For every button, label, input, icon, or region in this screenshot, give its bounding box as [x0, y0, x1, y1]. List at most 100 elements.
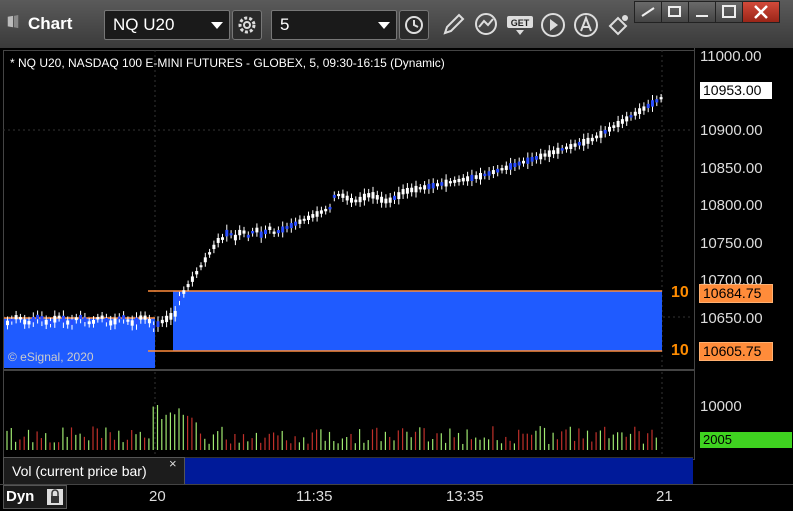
candle-body [113, 318, 117, 325]
svg-text:GET: GET [511, 18, 530, 28]
candle-body [212, 244, 216, 250]
price-tick: 10900.00 [700, 122, 763, 139]
time-axis[interactable] [0, 484, 793, 511]
time-template-button[interactable] [399, 10, 429, 40]
symbol-selector[interactable]: NQ U20 [104, 10, 230, 40]
candle-body [565, 146, 568, 150]
range-bottom-label: 10605.75 [699, 342, 773, 361]
candle-body [242, 230, 246, 234]
interval-selector[interactable]: 5 [271, 10, 397, 40]
candle-body [423, 185, 427, 190]
candle-body [384, 198, 388, 204]
candle-body [195, 271, 199, 275]
app-title: Chart [28, 14, 73, 33]
candle-body [461, 177, 465, 182]
candle-body [221, 237, 224, 240]
link-icon[interactable] [606, 12, 632, 38]
candle-body [620, 119, 624, 124]
settings-button[interactable] [232, 10, 262, 40]
candle-body [6, 320, 9, 326]
window-close-button[interactable] [742, 1, 780, 23]
candle-body [487, 171, 491, 176]
candle-body [14, 315, 18, 320]
candle-body [418, 187, 422, 190]
candle-body [285, 226, 289, 229]
close-study-icon[interactable]: × [169, 456, 177, 471]
candle-body [31, 317, 35, 323]
candle-body [354, 199, 358, 203]
candle-body [87, 321, 91, 325]
get-data-icon[interactable]: GET [506, 12, 534, 38]
candle-body [216, 237, 220, 243]
candle-body [603, 129, 607, 134]
candle-body [190, 276, 194, 282]
candle-body [341, 193, 345, 198]
candle-body [66, 320, 70, 325]
candle-body [268, 226, 272, 231]
candle-body [255, 227, 259, 233]
candle-body [70, 319, 74, 325]
candle-body [139, 315, 143, 320]
candle-body [294, 221, 298, 226]
candle-body [496, 168, 500, 173]
play-icon[interactable] [540, 12, 566, 38]
candle-body [182, 290, 186, 294]
dynamic-mode-button[interactable]: Dyn [3, 485, 67, 509]
time-tick: 11:35 [296, 488, 333, 505]
candle-body [625, 116, 629, 122]
candle-body [246, 234, 250, 238]
study-tab-volume[interactable]: Vol (current price bar) [3, 457, 185, 485]
window-menu-button[interactable] [634, 1, 662, 23]
candle-body [79, 314, 83, 320]
candle-body [393, 195, 396, 200]
candle-body [96, 317, 100, 320]
candle-body [264, 229, 267, 235]
candle-body [612, 125, 616, 128]
chart-description: * NQ U20, NASDAQ 100 E-MINI FUTURES - GL… [10, 56, 445, 70]
candle-body [659, 97, 663, 100]
candle-body [152, 325, 156, 329]
chevron-down-icon [378, 22, 390, 29]
study-chart-icon[interactable] [474, 12, 500, 38]
candle-body [513, 162, 517, 167]
window-restore-button[interactable] [661, 1, 689, 23]
candle-body [109, 320, 113, 326]
candle-body [457, 178, 461, 183]
candle-body [556, 147, 560, 154]
candle-body [410, 187, 414, 193]
candle-body [500, 168, 504, 171]
alert-icon[interactable] [573, 12, 599, 38]
pencil-draw-icon[interactable] [440, 12, 466, 38]
candle-body [642, 106, 646, 111]
volume-chart [6, 372, 663, 456]
window-minimize-button[interactable] [688, 1, 716, 23]
price-tick: 10650.00 [700, 310, 763, 327]
candle-body [328, 206, 332, 210]
candle-body [203, 257, 207, 263]
candle-body [345, 195, 349, 201]
candle-body [552, 150, 556, 155]
candle-body [298, 219, 302, 224]
candle-body [504, 165, 508, 170]
candle-body [453, 179, 457, 183]
price-tick: 10800.00 [700, 197, 763, 214]
candle-body [560, 148, 564, 151]
study-tab-label: Vol (current price bar) [12, 463, 147, 479]
candle-body [651, 100, 654, 107]
window-maximize-button[interactable] [715, 1, 743, 23]
candle-body [199, 265, 203, 268]
candle-body [36, 314, 40, 320]
candle-body [530, 156, 534, 162]
candle-body [178, 296, 181, 301]
candle-body [414, 185, 418, 193]
candle-body [595, 135, 599, 139]
candle-body [367, 193, 371, 198]
candle-body [143, 315, 147, 320]
candle-body [225, 229, 229, 237]
candle-body [470, 174, 474, 181]
symbol-value: NQ U20 [113, 15, 175, 34]
candle-body [586, 137, 590, 144]
chevron-down-icon [211, 22, 223, 29]
candle-body [281, 226, 285, 233]
range-box-right [173, 291, 662, 351]
